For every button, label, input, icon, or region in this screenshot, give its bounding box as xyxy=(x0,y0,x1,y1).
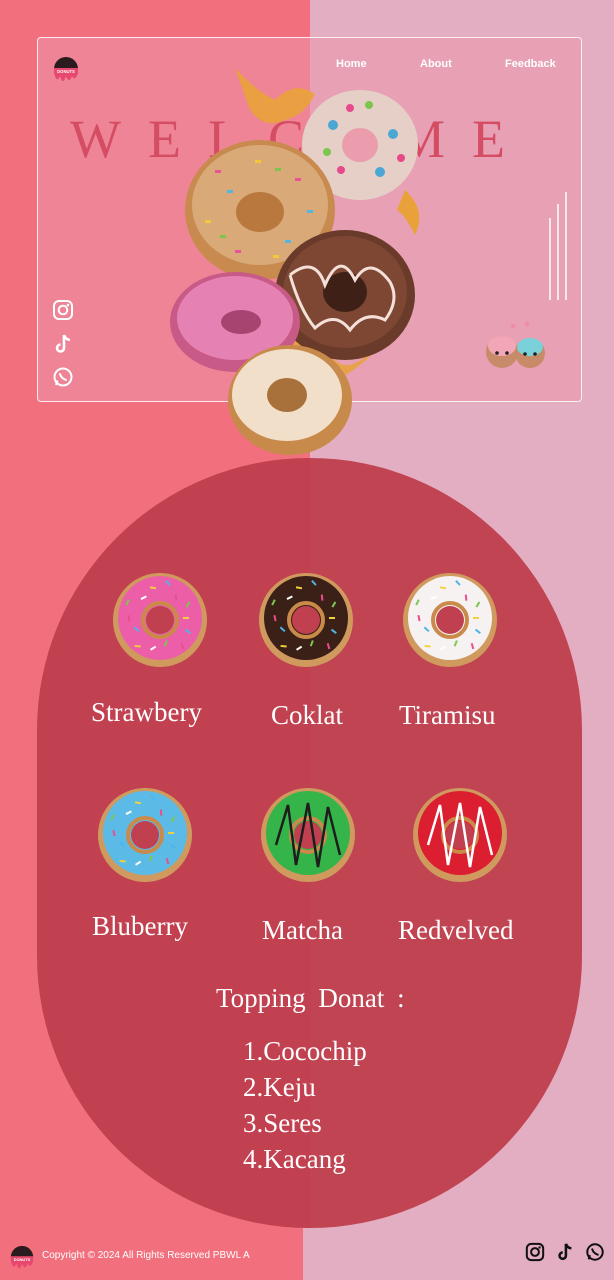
instagram-icon[interactable] xyxy=(52,299,74,321)
footer-instagram-icon[interactable] xyxy=(525,1242,545,1262)
topping-item: 2.Keju xyxy=(243,1072,316,1102)
donuts-logo[interactable]: DONUTS xyxy=(51,54,81,88)
copyright-text: Copyright © 2024 All Rights Reserved PBW… xyxy=(42,1250,250,1261)
donut-stack-illustration xyxy=(170,68,420,455)
nav-feedback[interactable]: Feedback xyxy=(505,58,556,70)
topping-title: Topping Donat : xyxy=(216,983,405,1013)
matcha-donut-icon[interactable] xyxy=(258,785,358,885)
menu-item-label: Matcha xyxy=(262,915,343,945)
whatsapp-icon[interactable] xyxy=(52,366,74,388)
footer-whatsapp-icon[interactable] xyxy=(585,1242,605,1262)
menu-item-label: Coklat xyxy=(271,700,343,730)
footer-logo-text: DONUTS xyxy=(14,1257,31,1262)
topping-item: 3.Seres xyxy=(243,1108,322,1138)
footer-donuts-logo[interactable]: DONUTS xyxy=(8,1243,36,1275)
menu-item-label: Tiramisu xyxy=(399,700,496,730)
menu-item-label: Bluberry xyxy=(92,911,188,941)
footer-tiktok-icon[interactable] xyxy=(555,1242,575,1262)
donut-mascots-illustration xyxy=(486,321,545,368)
strawberry-donut-icon[interactable] xyxy=(110,570,210,670)
decorative-lines xyxy=(549,192,567,300)
topping-item: 4.Kacang xyxy=(243,1144,346,1174)
logo-text: DONUTS xyxy=(57,69,75,74)
redvelvet-donut-icon[interactable] xyxy=(410,785,510,885)
tiramisu-donut-icon[interactable] xyxy=(400,570,500,670)
menu-item-label: Strawbery xyxy=(91,697,202,727)
tiktok-icon[interactable] xyxy=(52,333,74,355)
menu-item-label: Redvelved xyxy=(398,915,514,945)
blueberry-donut-icon[interactable] xyxy=(95,785,195,885)
topping-list: 1.Cocochip 2.Keju 3.Seres 4.Kacang xyxy=(243,1033,367,1177)
topping-item: 1.Cocochip xyxy=(243,1036,367,1066)
chocolate-donut-icon[interactable] xyxy=(256,570,356,670)
